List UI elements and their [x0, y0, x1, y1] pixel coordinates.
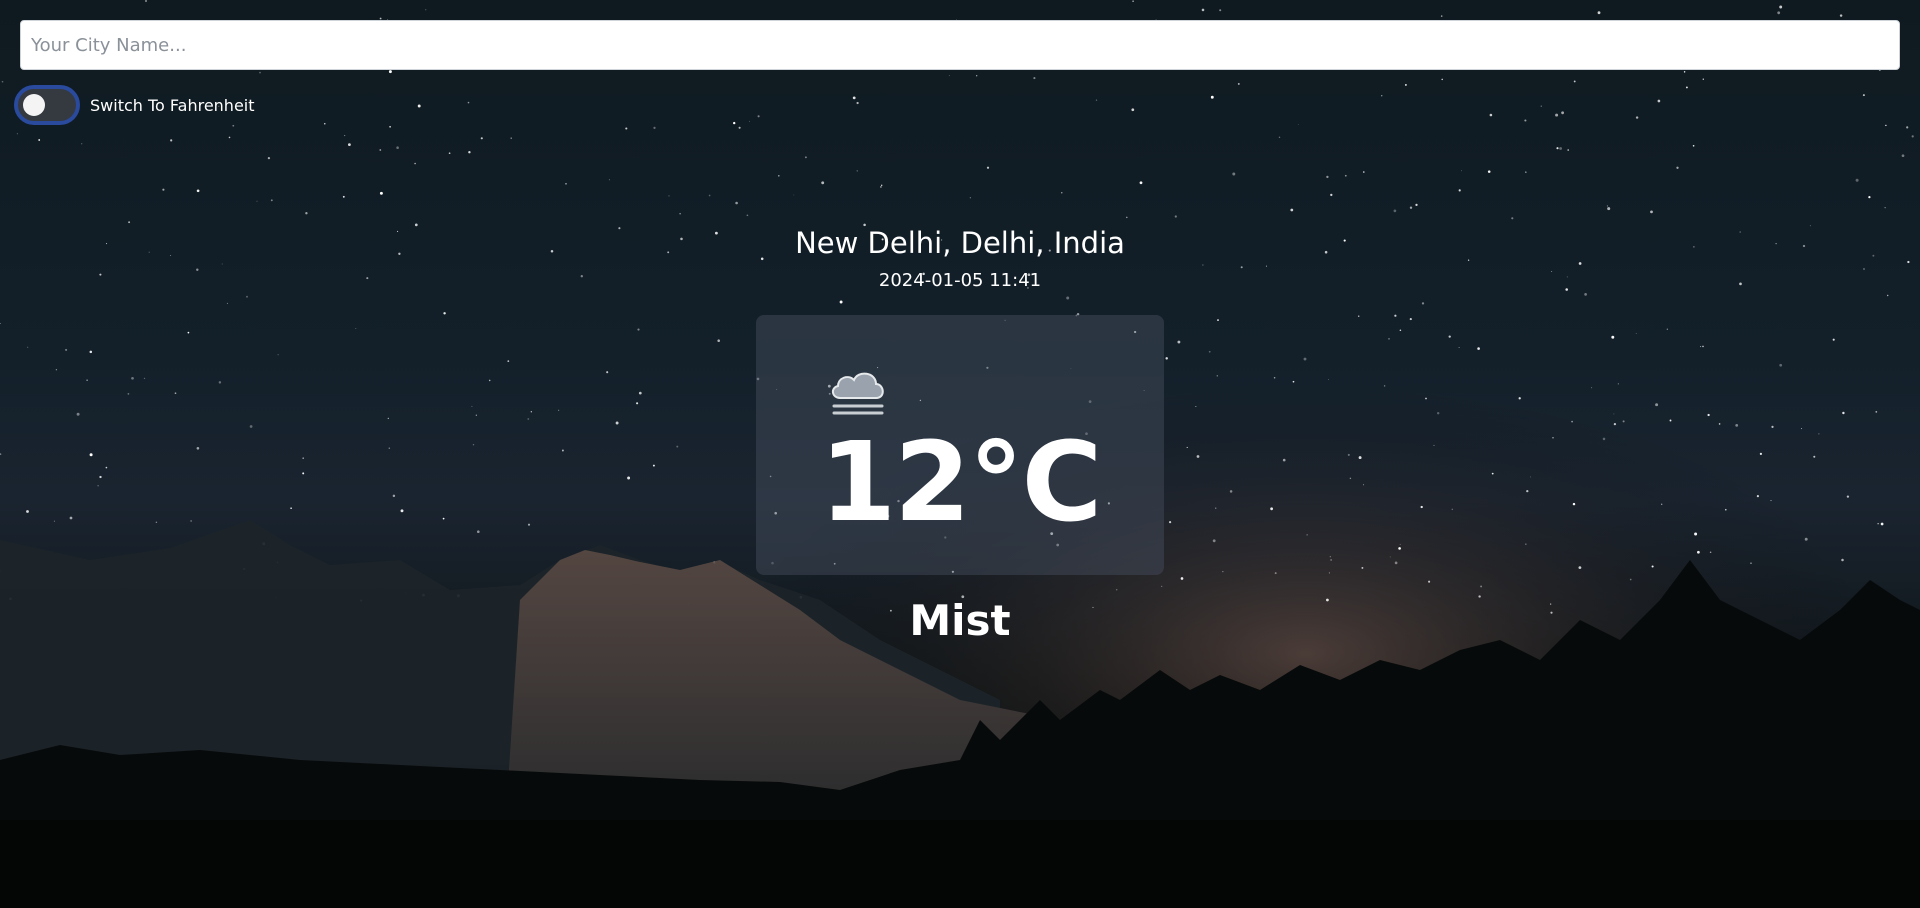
temperature-readout: 12°C [819, 418, 1103, 546]
unit-toggle-row: Switch To Fahrenheit [14, 85, 255, 125]
location-title: New Delhi, Delhi, India [795, 226, 1125, 260]
fahrenheit-toggle-switch[interactable] [14, 85, 80, 125]
local-datetime: 2024-01-05 11:41 [878, 270, 1042, 291]
weather-card: 12°C [756, 315, 1164, 575]
weather-condition: Mist [909, 596, 1011, 645]
toggle-knob [23, 94, 45, 116]
mist-icon [832, 372, 884, 415]
city-search-input[interactable] [20, 20, 1900, 70]
fahrenheit-toggle-label: Switch To Fahrenheit [90, 95, 255, 115]
